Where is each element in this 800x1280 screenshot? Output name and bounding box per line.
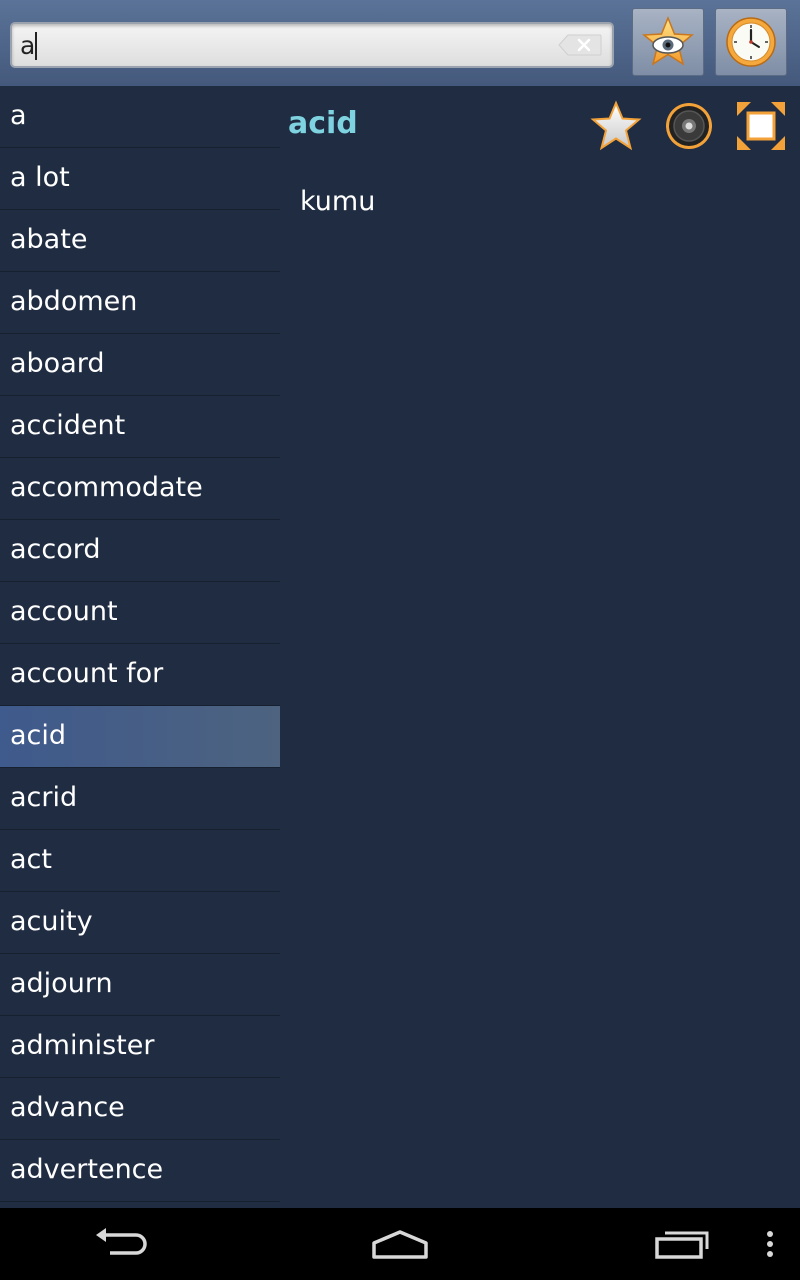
- list-item-label: acuity: [10, 906, 93, 937]
- list-item[interactable]: account: [0, 582, 280, 644]
- favorites-button[interactable]: [632, 8, 704, 76]
- add-favorite-button[interactable]: [590, 100, 642, 152]
- headword: acid: [288, 106, 358, 141]
- top-bar: [0, 0, 800, 86]
- list-item[interactable]: accord: [0, 520, 280, 582]
- list-item-label: abdomen: [10, 286, 138, 317]
- list-item-label: administer: [10, 1030, 155, 1061]
- list-item-label: advertence: [10, 1154, 164, 1185]
- list-item-label: accident: [10, 410, 126, 441]
- back-arrow-icon: [96, 1228, 147, 1255]
- fullscreen-button[interactable]: [735, 100, 787, 152]
- list-item[interactable]: administer: [0, 1016, 280, 1078]
- list-item[interactable]: advertence: [0, 1140, 280, 1202]
- home-button[interactable]: [370, 1222, 430, 1266]
- star-icon: [590, 100, 642, 151]
- list-item[interactable]: act: [0, 830, 280, 892]
- list-item-label: acrid: [10, 782, 78, 813]
- word-list[interactable]: a a lot abate abdomen aboard accident ac…: [0, 86, 280, 1208]
- list-item-label: adjourn: [10, 968, 113, 999]
- list-item-label: advance: [10, 1092, 125, 1123]
- list-item[interactable]: accident: [0, 396, 280, 458]
- list-item[interactable]: account for: [0, 644, 280, 706]
- list-item[interactable]: abate: [0, 210, 280, 272]
- overflow-menu-icon: [767, 1231, 773, 1257]
- search-input[interactable]: [20, 24, 550, 66]
- list-item-label: a: [10, 100, 27, 131]
- list-item[interactable]: acuity: [0, 892, 280, 954]
- translation-panel: acid kumu: [280, 86, 800, 1208]
- list-item-label: acid: [10, 720, 67, 751]
- text-cursor: [35, 32, 37, 60]
- history-button[interactable]: [715, 8, 787, 76]
- clear-x-icon[interactable]: [558, 34, 602, 56]
- system-nav-bar: [0, 1208, 800, 1280]
- back-button[interactable]: [90, 1222, 150, 1266]
- translation-text: kumu: [300, 186, 376, 217]
- list-item-label: a lot: [10, 162, 70, 193]
- list-item-label: account: [10, 596, 118, 627]
- list-item-label: act: [10, 844, 52, 875]
- list-item-label: aboard: [10, 348, 105, 379]
- list-item-label: account for: [10, 658, 164, 689]
- expand-icon: [737, 102, 785, 150]
- list-item[interactable]: accommodate: [0, 458, 280, 520]
- list-item[interactable]: a lot: [0, 148, 280, 210]
- star-eye-icon: [642, 16, 694, 66]
- list-item[interactable]: acrid: [0, 768, 280, 830]
- clock-icon: [726, 17, 776, 67]
- list-item[interactable]: adjourn: [0, 954, 280, 1016]
- pronounce-button[interactable]: [663, 100, 715, 152]
- list-item[interactable]: aboard: [0, 334, 280, 396]
- overflow-menu-button[interactable]: [760, 1222, 780, 1266]
- list-item-label: abate: [10, 224, 88, 255]
- speaker-icon: [666, 103, 712, 149]
- list-item[interactable]: abdomen: [0, 272, 280, 334]
- list-item[interactable]: advance: [0, 1078, 280, 1140]
- list-item-label: accord: [10, 534, 101, 565]
- list-item-selected[interactable]: acid: [0, 706, 280, 768]
- search-box[interactable]: [10, 22, 614, 68]
- list-item[interactable]: a: [0, 86, 280, 148]
- home-icon: [372, 1230, 428, 1259]
- recent-apps-button[interactable]: [652, 1222, 712, 1266]
- list-item-label: accommodate: [10, 472, 203, 503]
- recent-apps-icon: [655, 1231, 709, 1259]
